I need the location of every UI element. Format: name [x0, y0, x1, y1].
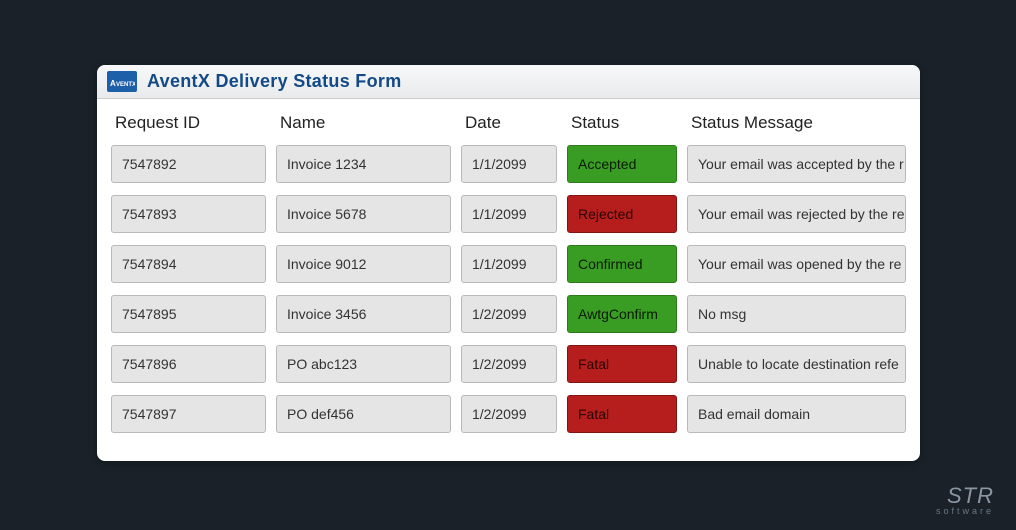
table-row[interactable]: 7547893 Invoice 5678 1/1/2099 Rejected Your …	[111, 195, 906, 233]
cell-date: 1/1/2099	[461, 145, 557, 183]
footer-brand-big: STR	[936, 485, 994, 507]
footer-brand: STR software	[936, 485, 994, 516]
cell-name: Invoice 9012	[276, 245, 451, 283]
table-row[interactable]: 7547895 Invoice 3456 1/2/2099 AwtgConfirm No…	[111, 295, 906, 333]
cell-message: Unable to locate destination refe	[687, 345, 906, 383]
cell-message: Your email was opened by the re	[687, 245, 906, 283]
cell-request-id: 7547894	[111, 245, 266, 283]
cell-date: 1/2/2099	[461, 295, 557, 333]
cell-name: Invoice 5678	[276, 195, 451, 233]
cell-message: Your email was rejected by the re	[687, 195, 906, 233]
cell-date: 1/2/2099	[461, 345, 557, 383]
cell-name: PO def456	[276, 395, 451, 433]
col-header-date: Date	[461, 109, 557, 133]
cell-date: 1/1/2099	[461, 245, 557, 283]
status-badge: Rejected	[567, 195, 677, 233]
table-row[interactable]: 7547897 PO def456 1/2/2099 Fatal Bad email d…	[111, 395, 906, 433]
cell-request-id: 7547892	[111, 145, 266, 183]
col-header-message: Status Message	[687, 109, 906, 133]
col-header-request-id: Request ID	[111, 109, 266, 133]
status-badge: AwtgConfirm	[567, 295, 677, 333]
column-header-row: Request ID Name Date Status Status Messa…	[111, 109, 906, 133]
cell-request-id: 7547897	[111, 395, 266, 433]
table-row[interactable]: 7547896 PO abc123 1/2/2099 Fatal Unable to l…	[111, 345, 906, 383]
status-badge: Accepted	[567, 145, 677, 183]
cell-name: Invoice 1234	[276, 145, 451, 183]
aventx-logo-icon: A VENTX	[107, 71, 137, 92]
delivery-status-panel: A VENTX AventX Delivery Status Form Requ…	[97, 65, 920, 461]
footer-brand-small: software	[936, 507, 994, 516]
panel-header: A VENTX AventX Delivery Status Form	[97, 65, 920, 99]
svg-text:VENTX: VENTX	[116, 82, 135, 88]
cell-request-id: 7547895	[111, 295, 266, 333]
table-row[interactable]: 7547894 Invoice 9012 1/1/2099 Confirmed Your…	[111, 245, 906, 283]
cell-date: 1/1/2099	[461, 195, 557, 233]
panel-title: AventX Delivery Status Form	[147, 71, 402, 92]
status-badge: Fatal	[567, 345, 677, 383]
cell-name: Invoice 3456	[276, 295, 451, 333]
cell-message: Your email was accepted by the r	[687, 145, 906, 183]
cell-date: 1/2/2099	[461, 395, 557, 433]
status-badge: Confirmed	[567, 245, 677, 283]
cell-request-id: 7547893	[111, 195, 266, 233]
cell-message: Bad email domain	[687, 395, 906, 433]
col-header-status: Status	[567, 109, 677, 133]
table-row[interactable]: 7547892 Invoice 1234 1/1/2099 Accepted Your …	[111, 145, 906, 183]
cell-name: PO abc123	[276, 345, 451, 383]
cell-request-id: 7547896	[111, 345, 266, 383]
col-header-name: Name	[276, 109, 451, 133]
status-badge: Fatal	[567, 395, 677, 433]
status-grid: Request ID Name Date Status Status Messa…	[97, 99, 920, 461]
cell-message: No msg	[687, 295, 906, 333]
